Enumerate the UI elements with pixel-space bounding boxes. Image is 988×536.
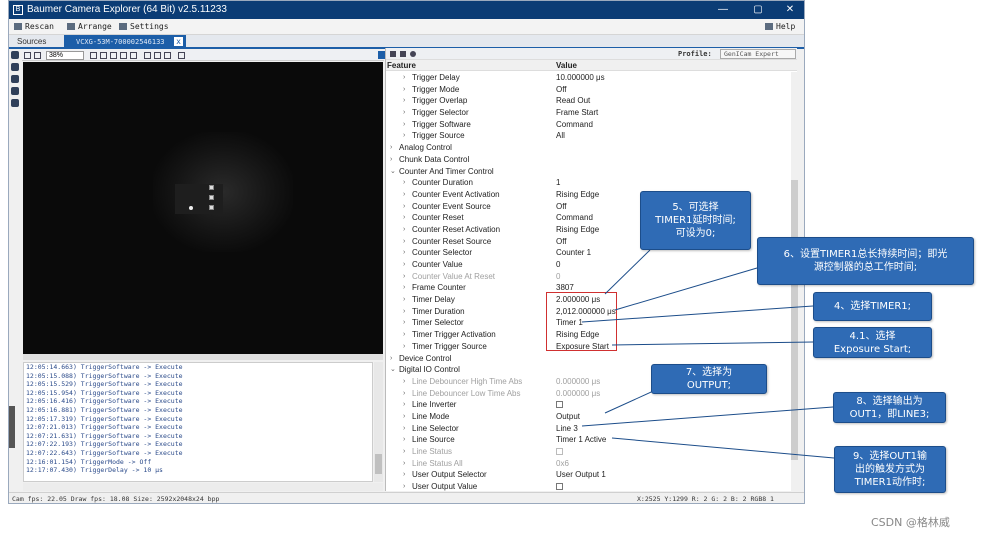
callout-timer-delay: 5、可选择 TIMER1延时时间; 可设为0; (640, 191, 751, 250)
callout-line: 8、选择输出为 (856, 395, 923, 407)
callout-timer-duration: 6、设置TIMER1总长持续时间；即光 源控制器的总工作时间; (757, 237, 974, 285)
watermark: CSDN @格林威 (871, 516, 950, 529)
callout-line: 4、选择TIMER1; (833, 301, 912, 312)
callout-line: 源控制器的总工作时间; (813, 262, 918, 273)
callout-line: TIMER1延时时间; (655, 215, 736, 226)
callout-line-mode: 7、选择为 OUTPUT; (651, 364, 767, 394)
callout-line: 6、设置TIMER1总长持续时间；即光 (783, 249, 948, 260)
callout-line-selector: 8、选择输出为 OUT1，即LINE3; (833, 392, 946, 423)
callout-line: 7、选择为 (685, 367, 733, 378)
arrow-9 (611, 437, 835, 459)
callout-line: 4.1、选择 (849, 330, 896, 342)
callout-line: 出的触发方式为 (855, 464, 925, 475)
callout-line: 5、可选择 (672, 202, 719, 213)
callout-timer-selector: 4、选择TIMER1; (813, 292, 932, 321)
callout-trigger-source: 4.1、选择 Exposure Start; (813, 327, 932, 358)
callout-line: 9、选择OUT1输 (852, 451, 928, 462)
callout-line: TIMER1动作时; (854, 477, 926, 488)
arrow-4 (581, 305, 814, 323)
callout-line: OUTPUT; (686, 380, 732, 391)
arrow-6 (614, 267, 758, 311)
arrow-5 (604, 249, 651, 295)
arrow-41 (611, 341, 814, 346)
callout-line: 可设为0; (675, 228, 716, 239)
callout-line-source: 9、选择OUT1输 出的触发方式为 TIMER1动作时; (834, 446, 946, 493)
arrow-8 (581, 406, 834, 427)
callout-line: Exposure Start; (833, 343, 912, 355)
callout-line: OUT1，即LINE3; (849, 408, 930, 420)
